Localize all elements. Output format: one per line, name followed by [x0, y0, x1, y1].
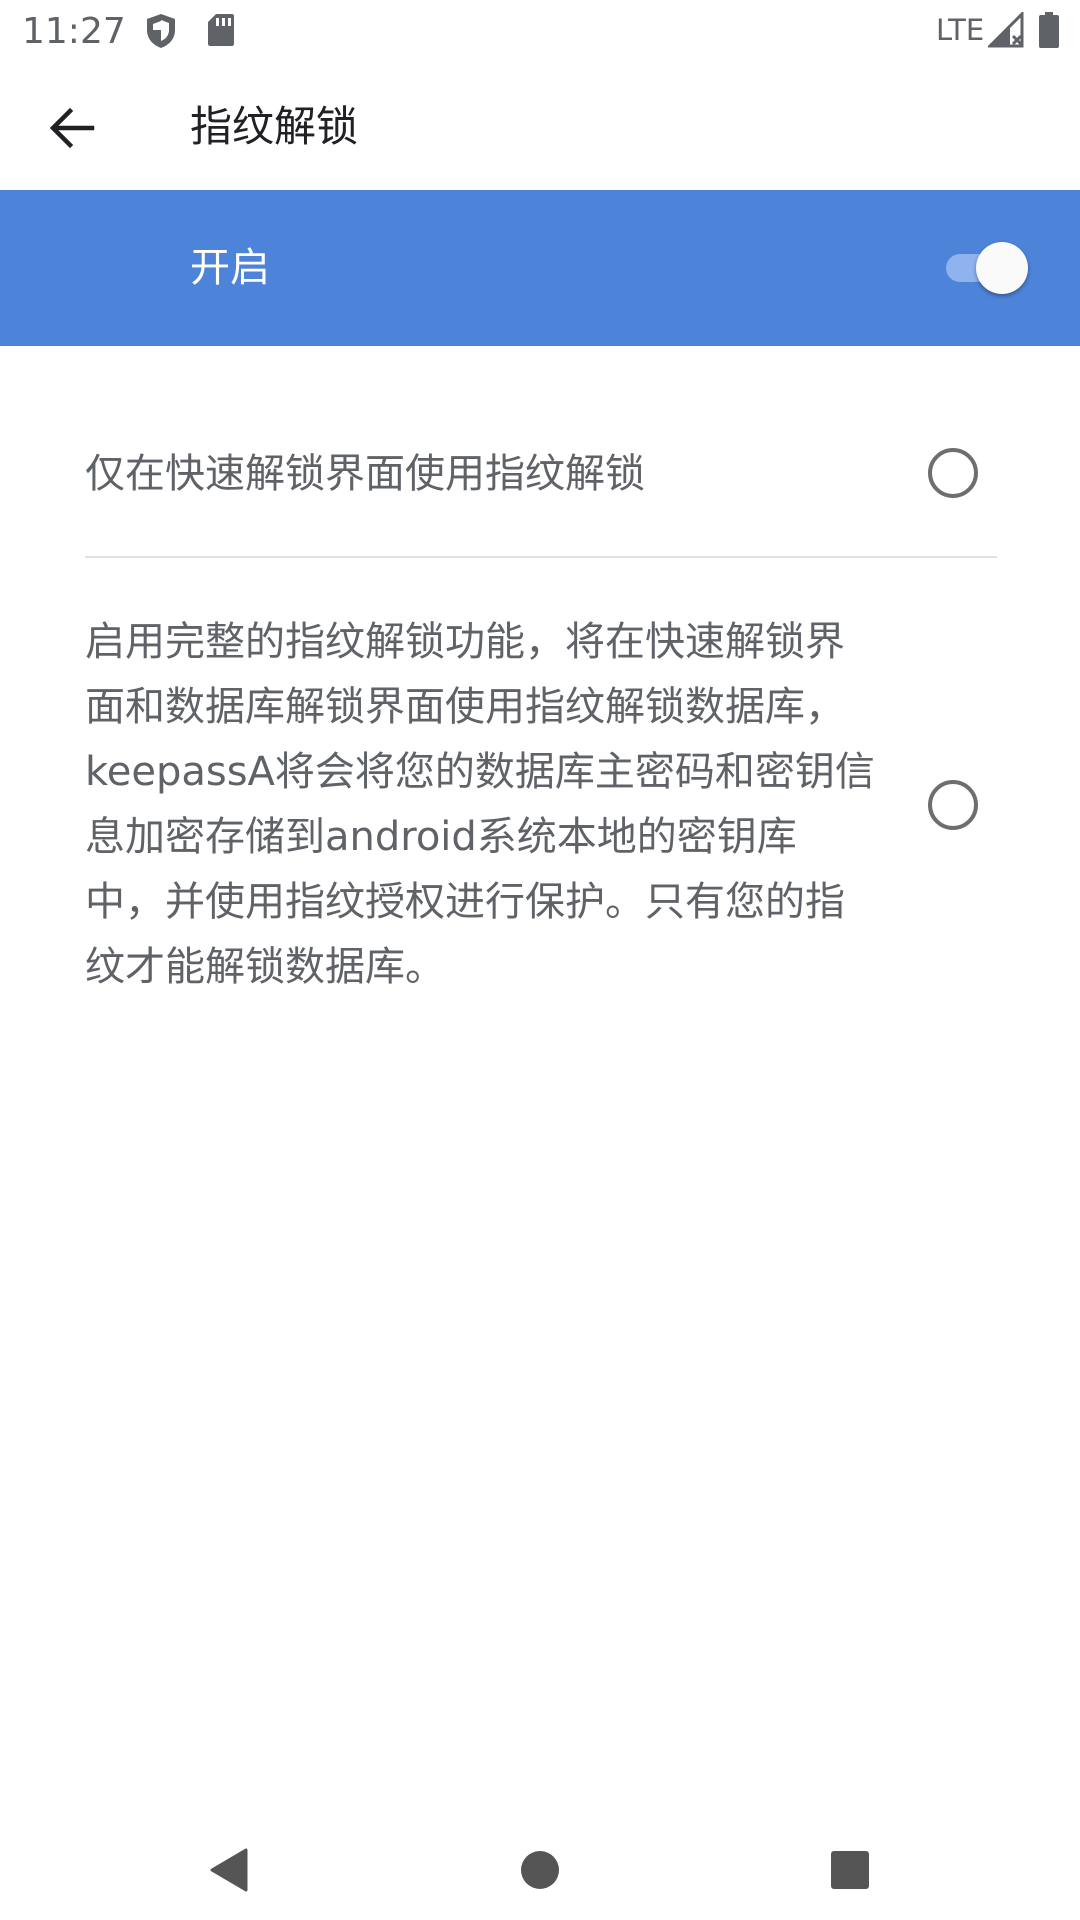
arrow-back-icon: [49, 107, 95, 149]
toggle-thumb: [976, 242, 1028, 294]
network-type: LTE: [936, 13, 985, 47]
master-switch-label: 开启: [190, 245, 270, 291]
option-label: 启用完整的指纹解锁功能，将在快速解锁界面和数据库解锁界面使用指纹解锁数据库，ke…: [85, 619, 875, 990]
master-switch-bar[interactable]: 开启: [0, 190, 1080, 346]
page-title: 指纹解锁: [190, 102, 359, 151]
option-label: 仅在快速解锁界面使用指纹解锁: [85, 451, 645, 497]
nav-recents-icon: [831, 1851, 869, 1889]
signal-icon: [986, 10, 1024, 52]
status-time: 11:27: [22, 11, 126, 52]
nav-home-button[interactable]: [500, 1830, 580, 1910]
fingerprint-unlock-screen: 11:27 LTE 指纹解锁 开启 仅在快速解锁界面使用指纹解锁 启用完整的指纹…: [0, 0, 1080, 1920]
radio-button[interactable]: [928, 448, 978, 498]
shield-icon: [144, 12, 178, 54]
status-bar: 11:27 LTE: [0, 0, 1080, 64]
app-bar: 指纹解锁: [0, 64, 1080, 190]
master-toggle-switch[interactable]: [946, 240, 1030, 296]
divider: [85, 556, 997, 558]
back-button[interactable]: [24, 84, 120, 172]
sd-card-icon: [206, 12, 236, 52]
nav-back-button[interactable]: [188, 1830, 268, 1910]
option-quick-unlock-only[interactable]: 仅在快速解锁界面使用指纹解锁: [0, 410, 1080, 538]
nav-recents-button[interactable]: [810, 1830, 890, 1910]
radio-button[interactable]: [928, 780, 978, 830]
option-full-fingerprint-unlock[interactable]: 启用完整的指纹解锁功能，将在快速解锁界面和数据库解锁界面使用指纹解锁数据库，ke…: [0, 610, 1080, 1010]
nav-home-icon: [521, 1851, 559, 1889]
navigation-bar: [0, 1800, 1080, 1920]
nav-back-icon: [210, 1848, 248, 1892]
battery-icon: [1038, 12, 1060, 52]
